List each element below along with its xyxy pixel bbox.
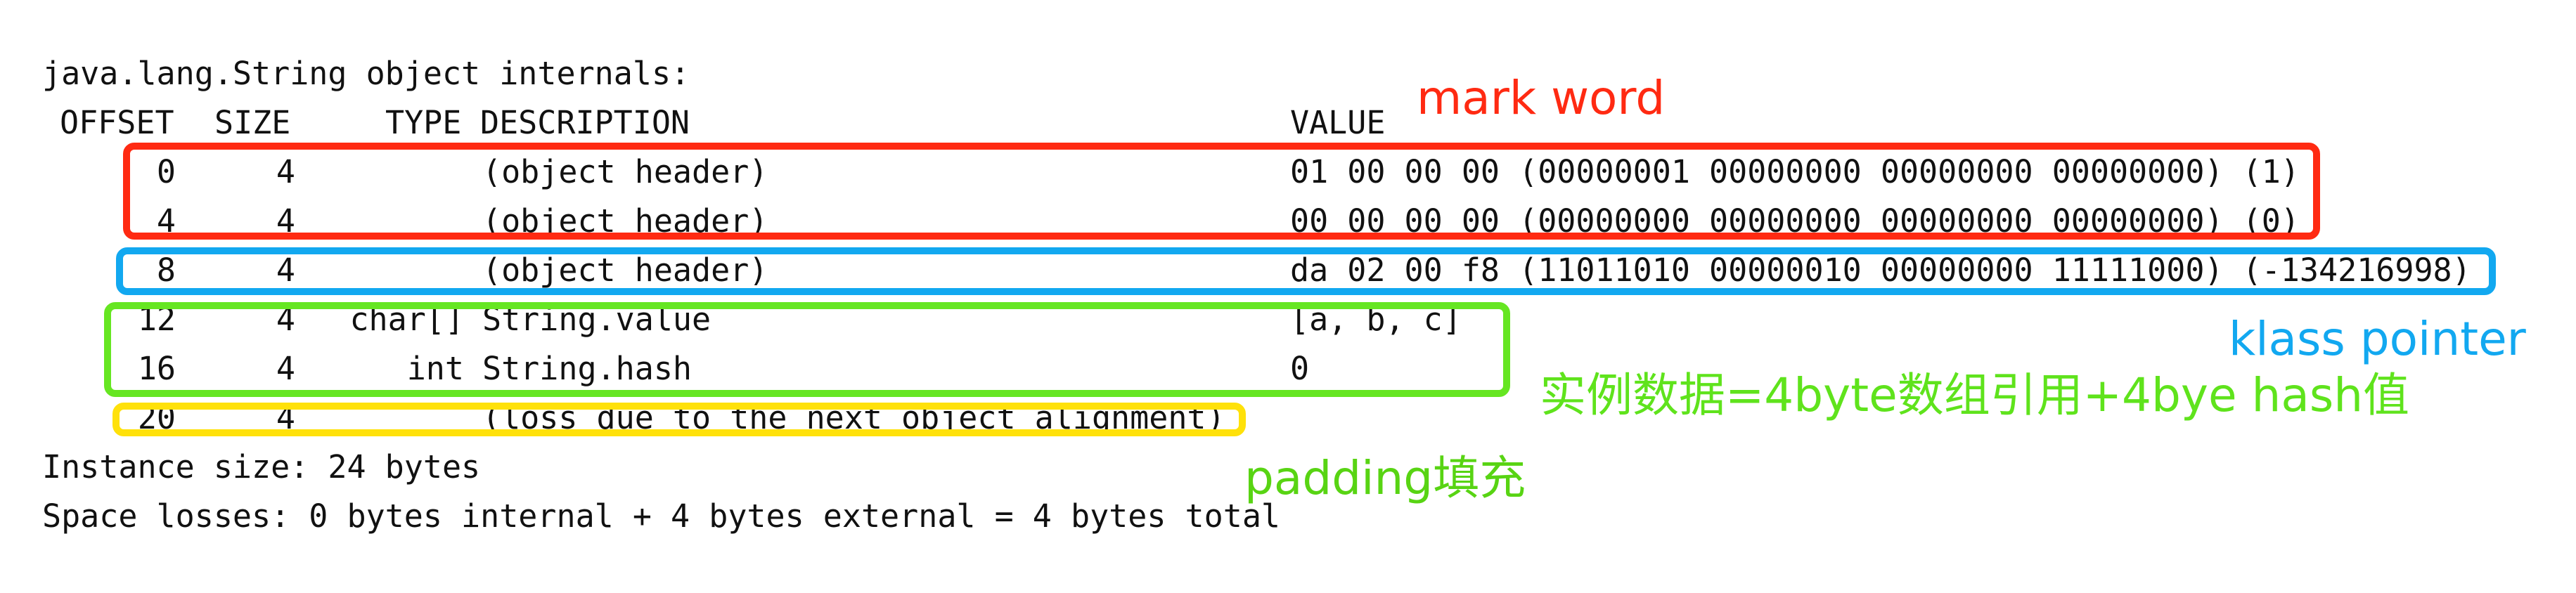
mark-word-box <box>123 143 2320 240</box>
space-losses-line: Space losses: 0 bytes internal + 4 bytes… <box>42 497 1280 535</box>
header-offset: OFFSET <box>60 104 174 141</box>
klass-pointer-box <box>116 247 2496 295</box>
jol-object-layout-figure: java.lang.String object internals: OFFSE… <box>0 0 2576 593</box>
padding-box <box>112 403 1246 436</box>
padding-label: padding填充 <box>1244 451 1526 505</box>
mark-word-label: mark word <box>1417 71 1666 125</box>
instance-size-line: Instance size: 24 bytes <box>42 448 481 486</box>
klass-pointer-label: klass pointer <box>2229 312 2526 366</box>
instance-data-box <box>104 302 1510 397</box>
header-value: VALUE <box>1290 104 1386 141</box>
header-type: TYPE <box>385 104 462 141</box>
listing-title: java.lang.String object internals: <box>42 55 690 92</box>
header-description: DESCRIPTION <box>480 104 690 141</box>
header-size: SIZE <box>214 104 291 141</box>
instance-data-label: 实例数据=4byte数组引用+4bye hash值 <box>1540 368 2410 422</box>
